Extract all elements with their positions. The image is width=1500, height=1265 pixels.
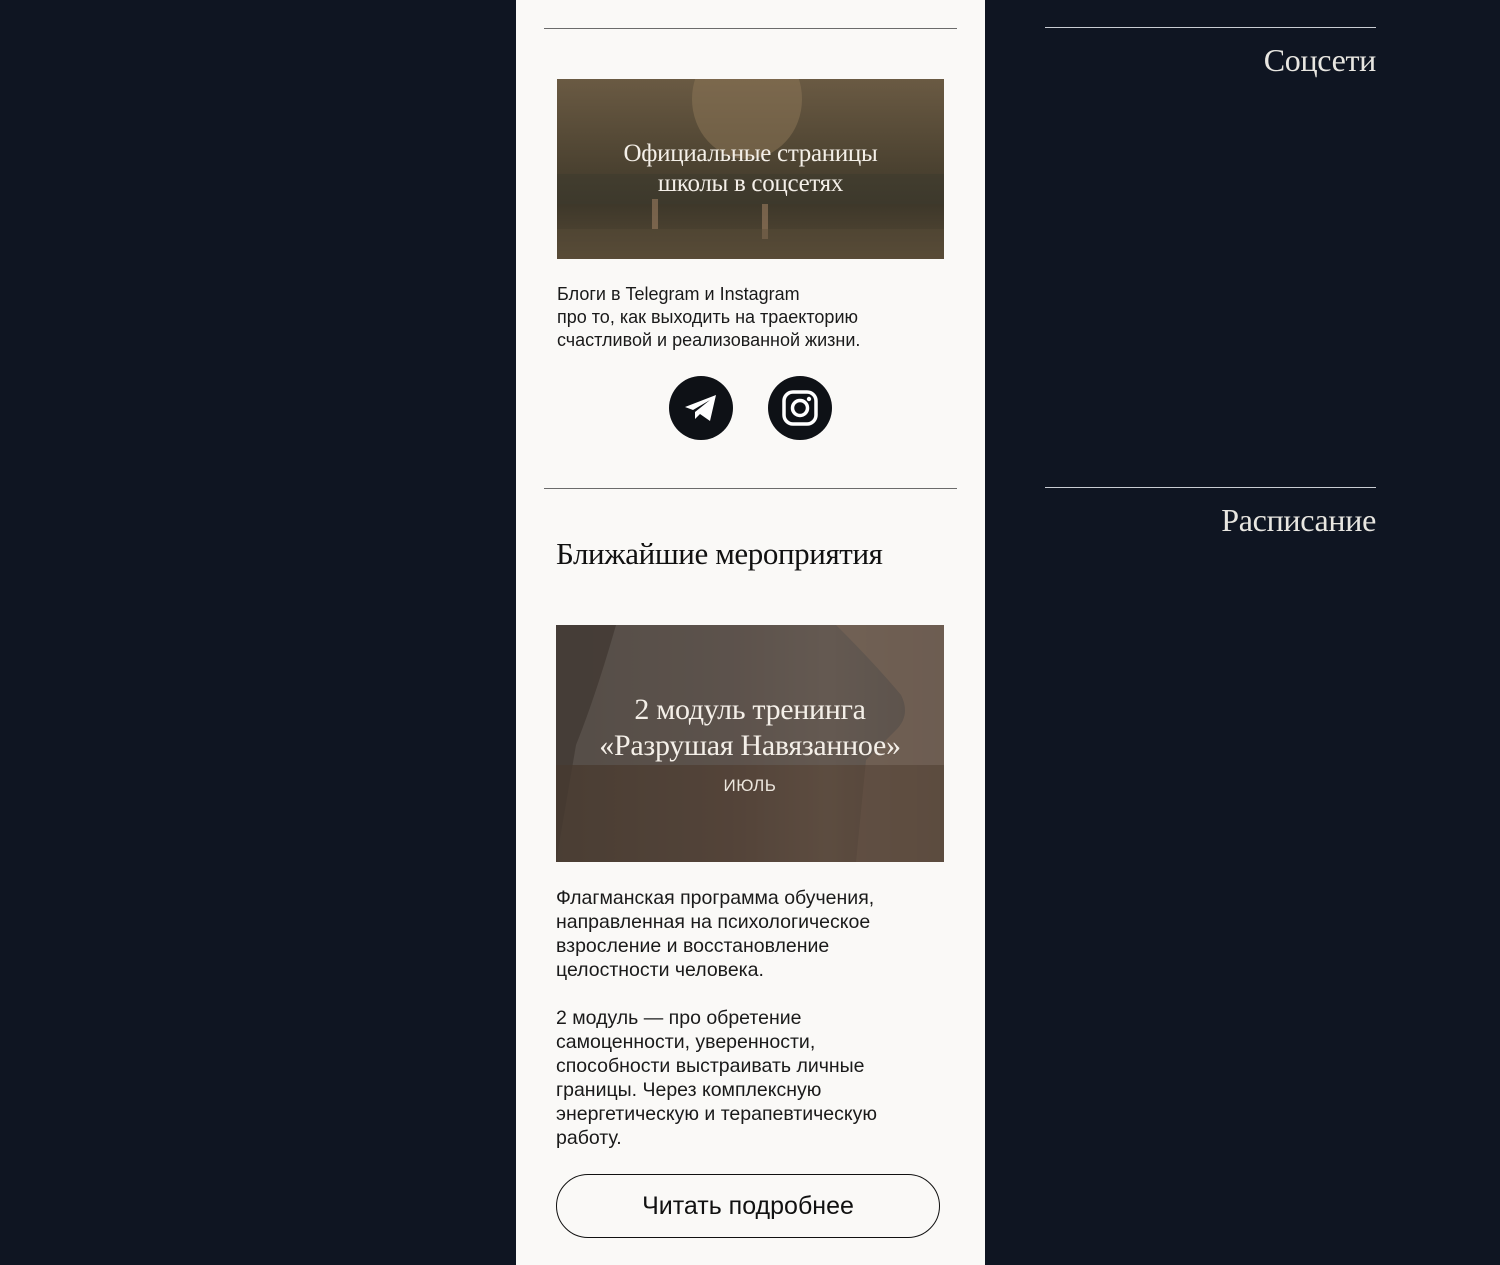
event-date: ИЮЛЬ <box>723 775 777 795</box>
social-banner-title: Официальные страницы школы в соцсетях <box>624 139 878 199</box>
social-banner: Официальные страницы школы в соцсетях <box>557 79 944 259</box>
telegram-icon <box>685 395 716 421</box>
social-description: Блоги в Telegram и Instagram про то, как… <box>557 283 860 352</box>
event-desc-line7: способности выстраивать личные <box>556 1055 865 1077</box>
social-banner-title-line1: Официальные страницы <box>623 140 878 167</box>
social-description-line3: счастливой и реализованной жизни. <box>557 330 861 350</box>
divider-top <box>544 28 957 29</box>
events-section-title: Ближайшие мероприятия <box>556 536 883 571</box>
event-desc-line6: самоценности, уверенности, <box>556 1031 816 1053</box>
event-banner-title: 2 модуль тренинга «Разрушая Навязанное» <box>599 692 901 764</box>
event-desc-line10: работу. <box>556 1127 622 1149</box>
event-desc-line3: взросление и восстановление <box>556 935 830 957</box>
divider-events <box>544 488 957 489</box>
side-nav-socials[interactable]: Соцсети <box>1264 42 1377 79</box>
event-desc-line5: 2 модуль — про обретение <box>556 1007 802 1029</box>
telegram-button[interactable] <box>669 376 733 440</box>
side-nav-schedule[interactable]: Расписание <box>1221 502 1376 539</box>
instagram-icon <box>782 390 818 426</box>
social-description-line2: про то, как выходить на траекторию <box>557 307 858 327</box>
event-banner[interactable]: 2 модуль тренинга «Разрушая Навязанное» … <box>556 625 944 862</box>
side-nav-rule-socials <box>1045 27 1376 28</box>
event-title-line2: «Разрушая Навязанное» <box>599 728 901 762</box>
read-more-button[interactable]: Читать подробнее <box>556 1174 940 1238</box>
event-description: Флагманская программа обучения, направле… <box>556 886 877 1150</box>
event-desc-line4: целостности человека. <box>556 959 764 981</box>
event-desc-line2: направленная на психологическое <box>556 911 871 933</box>
side-nav-rule-schedule <box>1045 487 1376 488</box>
event-desc-line8: границы. Через комплексную <box>556 1079 822 1101</box>
event-desc-line9: энергетическую и терапевтическую <box>556 1103 878 1125</box>
event-desc-line1: Флагманская программа обучения, <box>556 887 875 909</box>
social-banner-title-line2: школы в соцсетях <box>657 170 844 197</box>
event-title-line1: 2 модуль тренинга <box>634 692 866 726</box>
social-description-line1: Блоги в Telegram и Instagram <box>557 284 800 304</box>
instagram-button[interactable] <box>768 376 832 440</box>
